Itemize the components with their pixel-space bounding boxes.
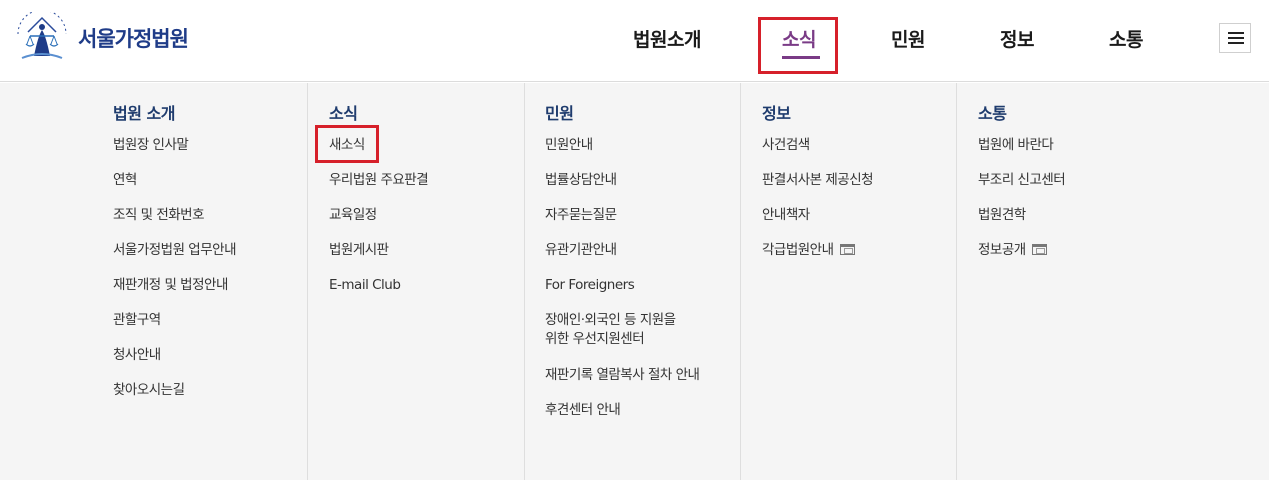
site-logo[interactable]: 서울가정법원 — [12, 12, 189, 64]
menu-link[interactable]: 법원에 바란다 — [978, 135, 1054, 155]
column-divider — [524, 83, 525, 480]
site-title: 서울가정법원 — [78, 27, 189, 51]
menu-link[interactable]: 법원견학 — [978, 205, 1026, 225]
column-divider — [956, 83, 957, 480]
column-divider — [740, 83, 741, 480]
menu-link[interactable]: For Foreigners — [545, 275, 635, 295]
menu-link[interactable]: 법원게시판 — [329, 240, 389, 260]
menu-column-title[interactable]: 민원 — [545, 100, 574, 124]
menu-link[interactable]: 법원장 인사말 — [113, 135, 189, 155]
menu-link[interactable]: 장애인·외국인 등 지원을 — [545, 310, 676, 330]
menu-link[interactable]: 판결서사본 제공신청 — [762, 170, 874, 190]
menu-column-title[interactable]: 법원 소개 — [113, 100, 175, 124]
new-window-icon — [1031, 244, 1047, 255]
court-emblem-icon — [17, 12, 67, 59]
hamburger-icon — [1228, 32, 1244, 34]
nav-civil-service[interactable]: 민원 — [891, 25, 925, 52]
menu-link[interactable]: 자주묻는질문 — [545, 205, 617, 225]
menu-link[interactable]: 안내책자 — [762, 205, 810, 225]
menu-link[interactable]: 조직 및 전화번호 — [113, 205, 205, 225]
menu-link[interactable]: 법률상담안내 — [545, 170, 617, 190]
highlight-box-submenu — [315, 125, 379, 163]
menu-link[interactable]: 연혁 — [113, 170, 137, 190]
menu-link[interactable]: 위한 우선지원센터 — [545, 329, 645, 349]
menu-link[interactable]: 재판기록 열람복사 절차 안내 — [545, 365, 700, 385]
menu-link-external[interactable]: 각급법원안내 — [762, 240, 855, 260]
site-header: 서울가정법원 법원소개 소식 민원 정보 소통 — [0, 0, 1269, 82]
menu-link[interactable]: E-mail Club — [329, 275, 401, 295]
menu-column-title[interactable]: 소식 — [329, 100, 358, 124]
hamburger-menu-button[interactable] — [1219, 23, 1251, 53]
menu-link[interactable]: 관할구역 — [113, 310, 161, 330]
menu-link-external[interactable]: 정보공개 — [978, 240, 1047, 260]
menu-link[interactable]: 우리법원 주요판결 — [329, 170, 429, 190]
nav-court-intro[interactable]: 법원소개 — [633, 25, 701, 52]
column-divider — [307, 83, 308, 480]
menu-link-label: 정보공개 — [978, 242, 1026, 258]
menu-column-title[interactable]: 소통 — [978, 100, 1007, 124]
menu-link[interactable]: 서울가정법원 업무안내 — [113, 240, 237, 260]
nav-information[interactable]: 정보 — [1000, 25, 1034, 52]
menu-link[interactable]: 재판개정 및 법정안내 — [113, 275, 228, 295]
menu-link[interactable]: 민원안내 — [545, 135, 593, 155]
menu-link[interactable]: 유관기관안내 — [545, 240, 617, 260]
menu-link-label: 각급법원안내 — [762, 242, 834, 258]
menu-link[interactable]: 청사안내 — [113, 345, 161, 365]
menu-column-title[interactable]: 정보 — [762, 100, 791, 124]
mega-menu-panel: 법원 소개 법원장 인사말 연혁 조직 및 전화번호 서울가정법원 업무안내 재… — [0, 83, 1269, 480]
menu-link[interactable]: 사건검색 — [762, 135, 810, 155]
menu-link[interactable]: 부조리 신고센터 — [978, 170, 1066, 190]
menu-link[interactable]: 교육일정 — [329, 205, 377, 225]
new-window-icon — [839, 244, 855, 255]
menu-link[interactable]: 찾아오시는길 — [113, 380, 185, 400]
highlight-box-nav — [758, 17, 838, 74]
nav-communication[interactable]: 소통 — [1109, 25, 1143, 52]
menu-link[interactable]: 후견센터 안내 — [545, 400, 621, 420]
